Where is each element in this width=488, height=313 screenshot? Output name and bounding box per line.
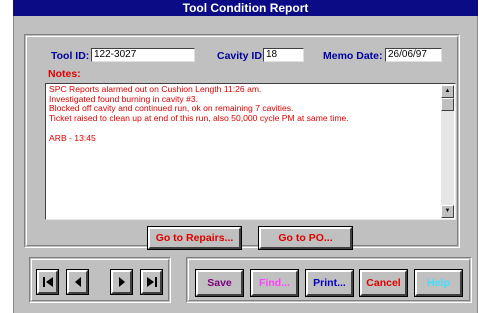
print-button[interactable]: Print... bbox=[305, 269, 354, 297]
previous-record-icon bbox=[75, 277, 81, 287]
cavity-id-field[interactable]: 18 bbox=[263, 48, 304, 62]
go-to-po-button[interactable]: Go to PO... bbox=[258, 226, 353, 250]
scroll-down-icon[interactable]: ▼ bbox=[441, 205, 454, 218]
memo-date-field[interactable]: 26/06/97 bbox=[385, 48, 442, 62]
notes-label: Notes: bbox=[48, 68, 81, 80]
scroll-thumb[interactable] bbox=[441, 98, 454, 111]
help-button[interactable]: Help bbox=[414, 269, 463, 297]
tool-id-field[interactable]: 122-3027 bbox=[91, 48, 195, 62]
last-record-button[interactable] bbox=[140, 269, 163, 295]
cancel-button[interactable]: Cancel bbox=[359, 269, 408, 297]
previous-record-button[interactable] bbox=[66, 269, 89, 295]
first-record-icon bbox=[43, 277, 53, 287]
next-record-button[interactable] bbox=[110, 269, 133, 295]
scroll-up-icon[interactable]: ▲ bbox=[441, 85, 454, 98]
notes-line bbox=[49, 124, 437, 134]
find-button[interactable]: Find... bbox=[250, 269, 299, 297]
save-button[interactable]: Save bbox=[195, 269, 244, 297]
go-to-repairs-button[interactable]: Go to Repairs... bbox=[147, 226, 242, 250]
cavity-id-label: Cavity ID: bbox=[217, 50, 266, 62]
first-record-button[interactable] bbox=[36, 269, 59, 295]
window-title: Tool Condition Report bbox=[13, 0, 478, 16]
last-record-icon bbox=[147, 277, 157, 287]
tool-id-label: Tool ID: bbox=[51, 50, 90, 62]
notes-line: ARB - 13:45 bbox=[49, 132, 96, 143]
next-record-icon bbox=[119, 277, 125, 287]
tool-condition-window: Tool Condition Report Tool ID: 122-3027 … bbox=[0, 0, 488, 313]
notes-line: Ticket raised to clean up at end of this… bbox=[49, 113, 349, 124]
notes-scrollbar[interactable]: ▲ ▼ bbox=[441, 85, 454, 218]
notes-text: SPC Reports alarmed out on Cushion Lengt… bbox=[49, 84, 437, 143]
notes-textarea[interactable]: SPC Reports alarmed out on Cushion Lengt… bbox=[45, 83, 456, 220]
memo-date-label: Memo Date: bbox=[323, 50, 383, 62]
